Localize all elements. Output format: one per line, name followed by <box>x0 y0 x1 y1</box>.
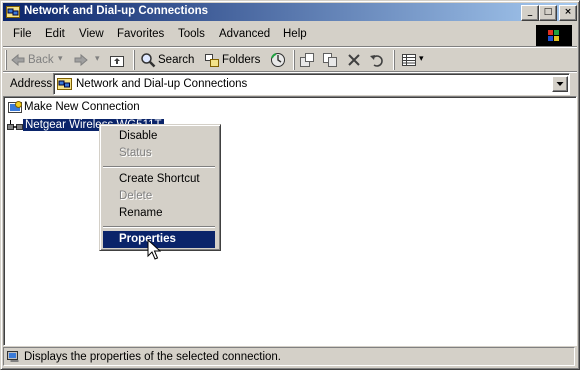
minimize-icon: _ <box>527 7 533 17</box>
history-icon[interactable] <box>270 52 286 68</box>
toolbar-grip[interactable] <box>5 50 7 70</box>
chevron-down-icon <box>556 82 564 86</box>
lan-connection-icon <box>7 351 19 362</box>
up-folder-icon[interactable] <box>109 52 125 68</box>
search-button[interactable]: Search <box>158 54 194 66</box>
menu-tools[interactable]: Tools <box>178 28 205 40</box>
folders-icon <box>205 54 219 67</box>
back-dropdown-icon[interactable]: ▾ <box>58 53 63 64</box>
maximize-button[interactable]: □ <box>539 5 557 21</box>
context-menu-label: Rename <box>119 207 163 219</box>
context-menu-status: Status <box>103 145 215 162</box>
address-field[interactable]: Network and Dial-up Connections <box>53 73 570 95</box>
toolbar-separator <box>393 50 395 70</box>
file-list-pane[interactable]: Make New Connection Netgear Wireless WG5… <box>3 96 577 346</box>
address-value: Network and Dial-up Connections <box>76 78 248 90</box>
context-menu-label: Status <box>119 147 152 159</box>
status-panel: Displays the properties of the selected … <box>3 347 575 366</box>
move-to-icon[interactable] <box>299 52 315 68</box>
list-item-label: Make New Connection <box>24 101 140 113</box>
windows-logo-icon <box>536 25 572 48</box>
context-menu-label: Disable <box>119 130 158 142</box>
network-folder-icon <box>6 6 20 18</box>
context-menu-separator <box>103 166 215 168</box>
lan-connection-icon <box>7 120 23 130</box>
context-menu-delete: Delete <box>103 188 215 205</box>
menu-advanced[interactable]: Advanced <box>219 28 270 40</box>
back-arrow-icon <box>11 53 25 67</box>
context-menu-create-shortcut[interactable]: Create Shortcut <box>103 171 215 188</box>
list-item-make-new-connection[interactable]: Make New Connection <box>7 100 147 116</box>
back-button[interactable]: Back <box>28 54 54 66</box>
folders-button[interactable]: Folders <box>222 54 260 66</box>
context-menu: Disable Status Create Shortcut Delete Re… <box>99 124 221 251</box>
views-dropdown-icon[interactable]: ▾ <box>419 53 424 64</box>
address-dropdown-button[interactable] <box>552 76 568 92</box>
address-label: Address <box>10 78 53 90</box>
copy-to-icon[interactable] <box>322 52 338 68</box>
undo-icon[interactable] <box>369 52 385 68</box>
window-title: Network and Dial-up Connections <box>24 5 209 17</box>
maximize-icon: □ <box>543 7 553 17</box>
network-folder-icon <box>57 78 72 90</box>
toolbar-separator <box>133 50 135 70</box>
menu-help[interactable]: Help <box>283 28 307 40</box>
menu-view[interactable]: View <box>79 28 104 40</box>
minimize-button[interactable]: _ <box>521 5 539 21</box>
title-bar[interactable]: Network and Dial-up Connections _ □ × <box>3 3 577 21</box>
menu-favorites[interactable]: Favorites <box>117 28 164 40</box>
forward-arrow-icon[interactable] <box>73 52 89 68</box>
forward-dropdown-icon[interactable]: ▾ <box>95 53 100 64</box>
context-menu-separator <box>103 226 215 228</box>
menu-separator <box>3 46 577 48</box>
context-menu-label: Delete <box>119 190 153 202</box>
context-menu-disable[interactable]: Disable <box>103 128 215 145</box>
views-icon[interactable] <box>401 52 417 68</box>
status-text: Displays the properties of the selected … <box>24 351 281 363</box>
delete-icon[interactable] <box>346 52 362 68</box>
mouse-pointer-icon <box>147 239 161 260</box>
toolbar-separator <box>293 50 295 70</box>
close-icon: × <box>564 7 572 17</box>
menu-file[interactable]: File <box>13 28 32 40</box>
context-menu-rename[interactable]: Rename <box>103 205 215 222</box>
close-button[interactable]: × <box>559 5 577 21</box>
menu-bar: File Edit View Favorites Tools Advanced … <box>3 24 577 45</box>
new-connection-icon <box>8 101 22 113</box>
context-menu-label: Create Shortcut <box>119 173 200 185</box>
search-icon <box>141 53 156 68</box>
status-bar: Displays the properties of the selected … <box>3 346 575 366</box>
menu-edit[interactable]: Edit <box>45 28 65 40</box>
